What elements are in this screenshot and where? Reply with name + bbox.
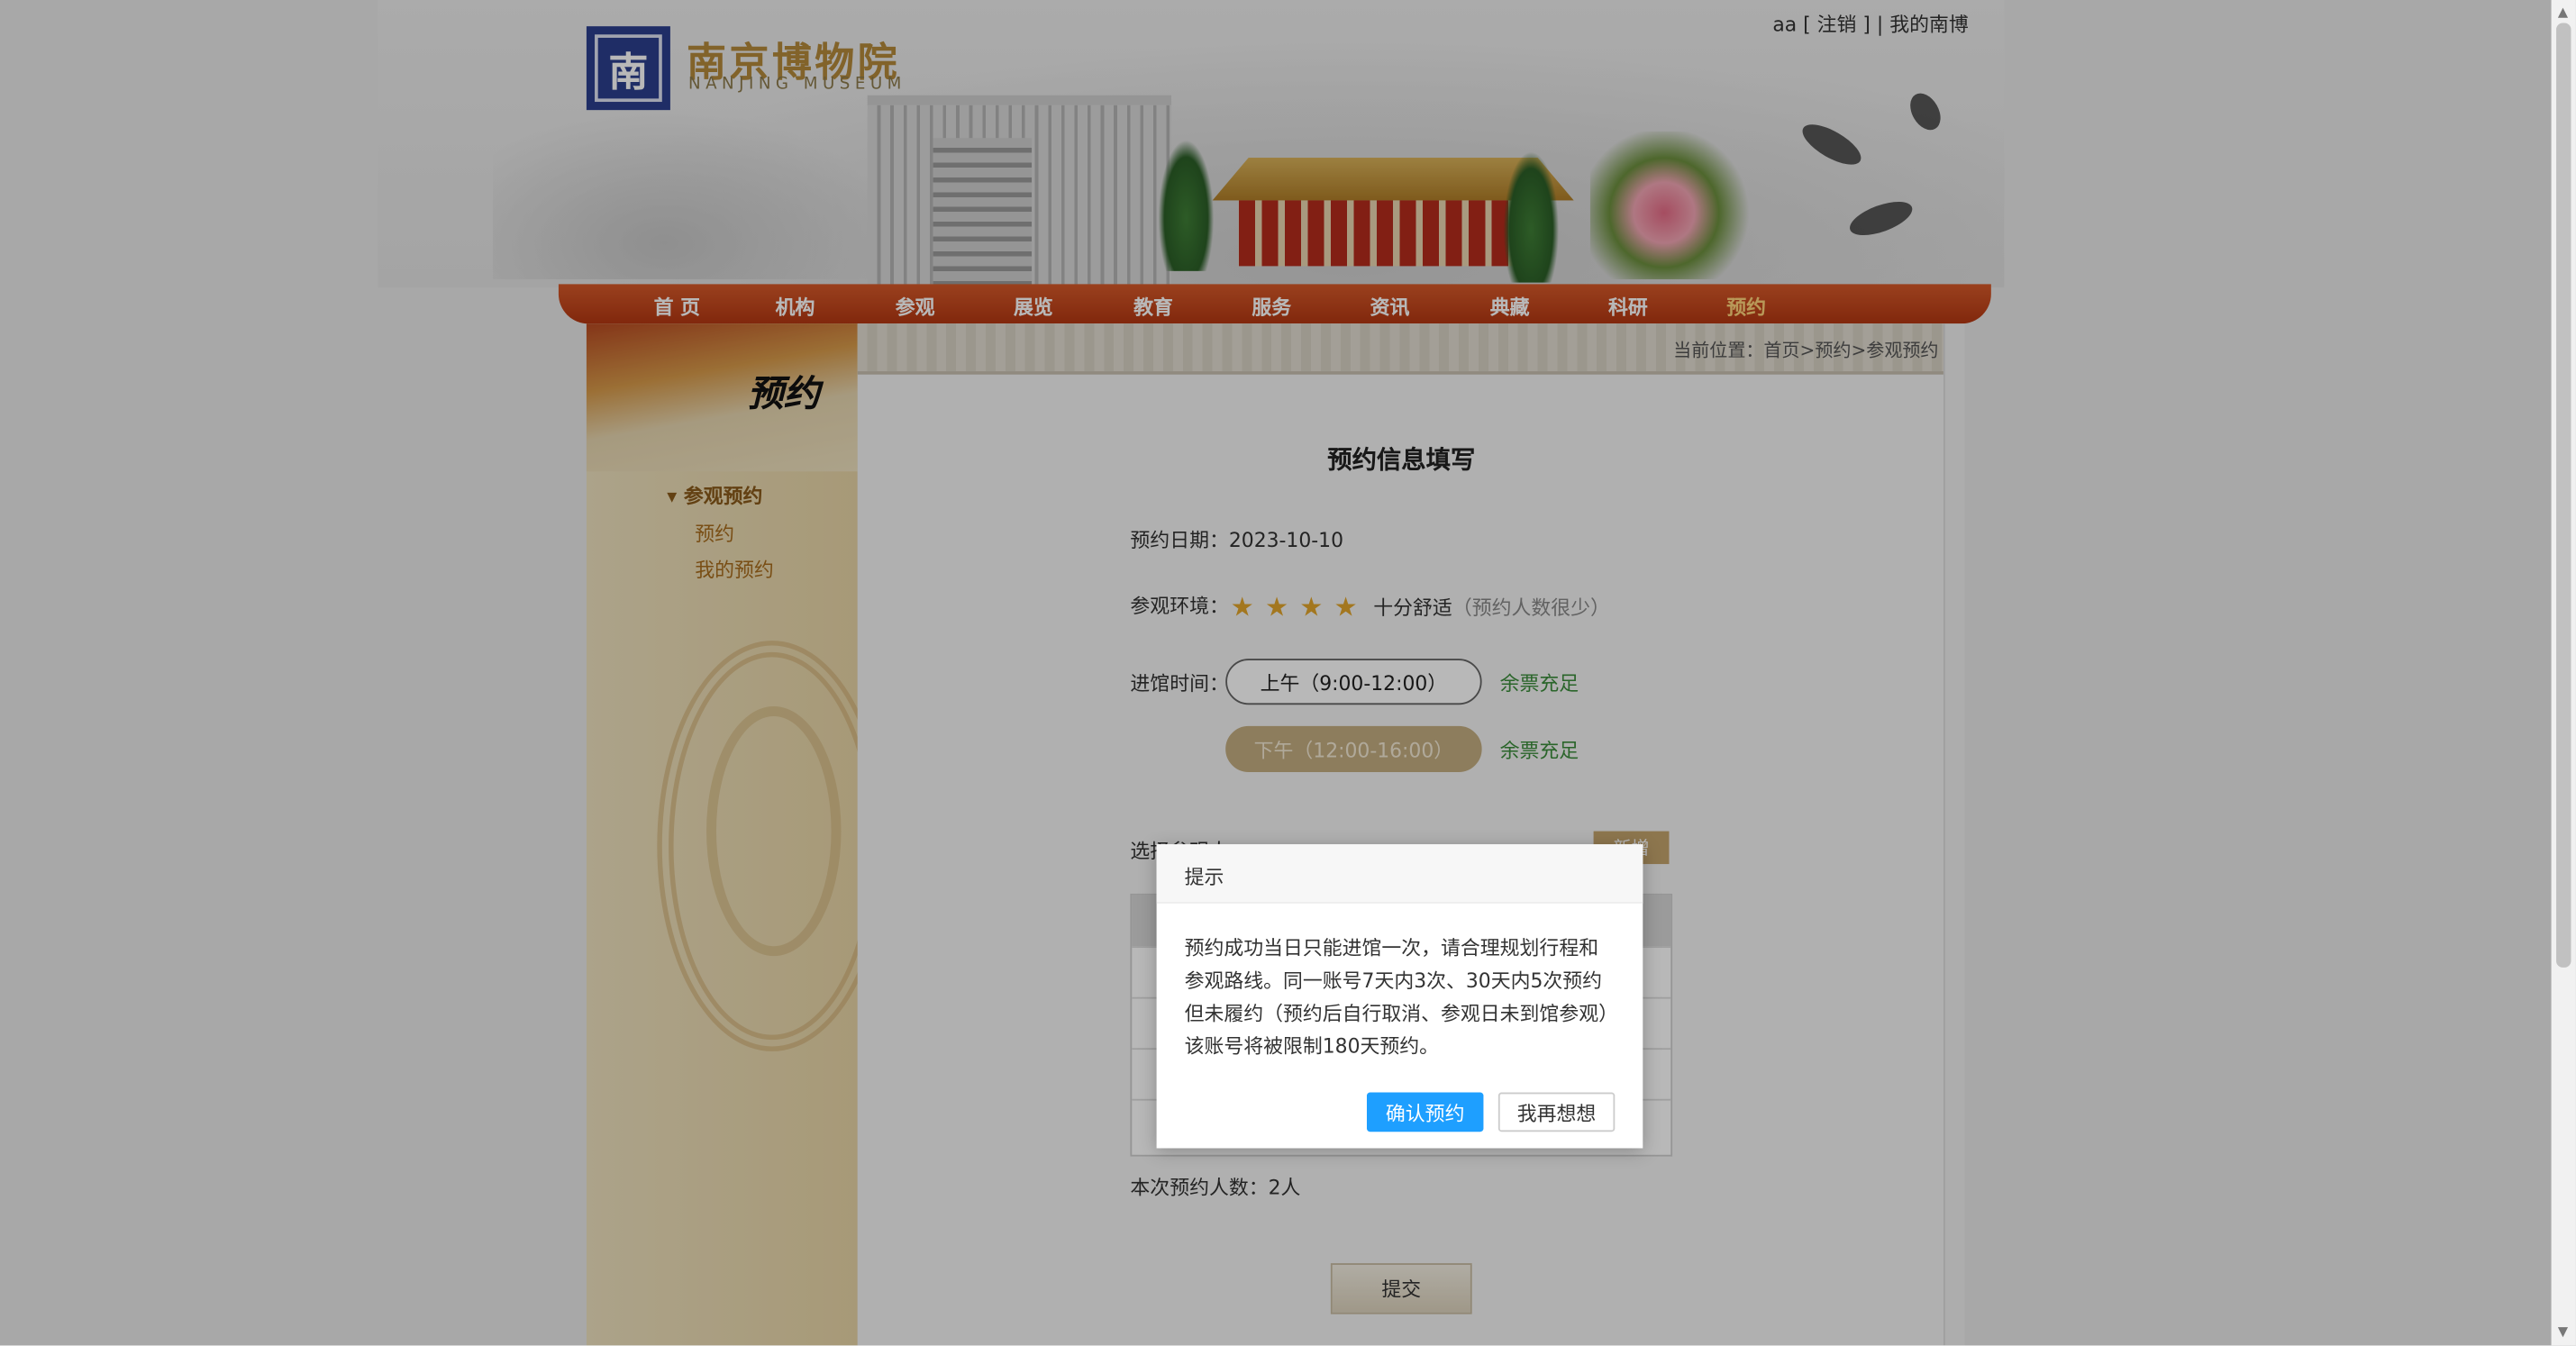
- dialog-title: 提示: [1184, 865, 1224, 889]
- page-scrollbar[interactable]: ▲ ▼: [2551, 0, 2576, 1346]
- dialog-message: 预约成功当日只能进馆一次，请合理规划行程和参观路线。同一账号7天内3次、30天内…: [1184, 936, 1609, 1059]
- reconsider-button[interactable]: 我再想想: [1497, 1092, 1616, 1132]
- confirm-reservation-button[interactable]: 确认预约: [1366, 1092, 1484, 1132]
- scrollbar-thumb[interactable]: [2556, 23, 2571, 968]
- scroll-down-icon[interactable]: ▼: [2558, 1324, 2568, 1339]
- scroll-up-icon[interactable]: ▲: [2558, 5, 2568, 19]
- dialog-header: 提示: [1156, 844, 1643, 904]
